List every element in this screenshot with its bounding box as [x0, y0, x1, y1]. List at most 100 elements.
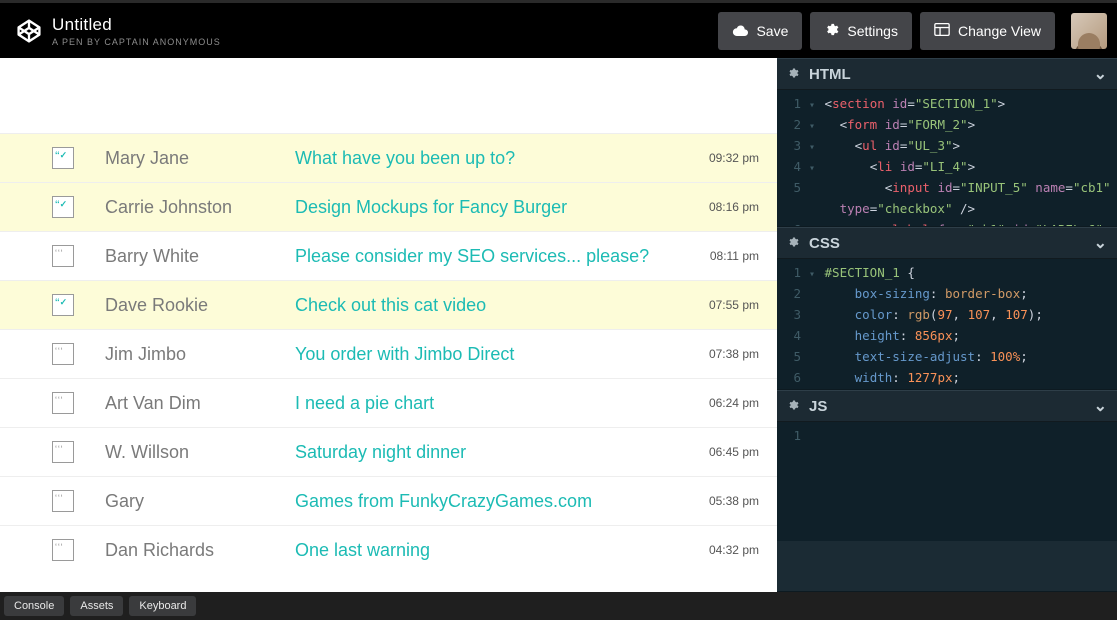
html-panel-header[interactable]: HTML ⌄: [777, 58, 1117, 90]
row-checkbox[interactable]: [52, 490, 74, 512]
js-panel-title: JS: [809, 398, 827, 415]
gear-icon: [824, 22, 839, 40]
js-panel: JS ⌄ 1: [777, 390, 1117, 592]
inbox-row[interactable]: Dan RichardsOne last warning04:32 pm: [0, 525, 777, 574]
check-icon: [55, 150, 67, 161]
save-button[interactable]: Save: [718, 12, 802, 50]
app-header: Untitled A PEN BY CAPTAIN ANONYMOUS Save…: [0, 3, 1117, 58]
inbox-list: Mary JaneWhat have you been up to?09:32 …: [0, 58, 777, 574]
subject-link[interactable]: Check out this cat video: [295, 295, 687, 316]
ellipsis-icon: [55, 248, 64, 258]
css-editor[interactable]: 1▾ #SECTION_1 { 2 box-sizing: border-box…: [777, 259, 1117, 389]
checkbox-wrap: [50, 539, 105, 561]
checkbox-wrap: [50, 343, 105, 365]
subject-link[interactable]: What have you been up to?: [295, 148, 687, 169]
ellipsis-icon: [55, 542, 64, 552]
subject-link[interactable]: Games from FunkyCrazyGames.com: [295, 491, 687, 512]
title-block: Untitled A PEN BY CAPTAIN ANONYMOUS: [52, 15, 718, 47]
timestamp: 09:32 pm: [687, 151, 777, 165]
change-view-button[interactable]: Change View: [920, 12, 1055, 50]
css-panel-title: CSS: [809, 235, 840, 252]
main-area: Mary JaneWhat have you been up to?09:32 …: [0, 58, 1117, 592]
settings-label: Settings: [847, 23, 898, 39]
row-checkbox[interactable]: [52, 147, 74, 169]
subject-link[interactable]: Please consider my SEO services... pleas…: [295, 246, 687, 267]
row-checkbox[interactable]: [52, 343, 74, 365]
sender-name: Art Van Dim: [105, 393, 295, 414]
row-checkbox[interactable]: [52, 539, 74, 561]
sender-name: Dan Richards: [105, 540, 295, 561]
settings-button[interactable]: Settings: [810, 12, 912, 50]
inbox-row[interactable]: Dave RookieCheck out this cat video07:55…: [0, 280, 777, 329]
gear-icon[interactable]: [787, 66, 799, 83]
inbox-row[interactable]: W. WillsonSaturday night dinner06:45 pm: [0, 427, 777, 476]
ellipsis-icon: [55, 493, 64, 503]
js-panel-header[interactable]: JS ⌄: [777, 390, 1117, 422]
check-icon: [55, 199, 67, 210]
inbox-row[interactable]: Barry WhitePlease consider my SEO servic…: [0, 231, 777, 280]
sender-name: Carrie Johnston: [105, 197, 295, 218]
timestamp: 04:32 pm: [687, 543, 777, 557]
footer-bar: Console Assets Keyboard: [0, 592, 1117, 620]
keyboard-button[interactable]: Keyboard: [129, 596, 196, 616]
subject-link[interactable]: One last warning: [295, 540, 687, 561]
subject-link[interactable]: You order with Jimbo Direct: [295, 344, 687, 365]
assets-button[interactable]: Assets: [70, 596, 123, 616]
console-button[interactable]: Console: [4, 596, 64, 616]
row-checkbox[interactable]: [52, 294, 74, 316]
header-buttons: Save Settings Change View: [718, 12, 1107, 50]
check-icon: [55, 297, 67, 308]
subject-link[interactable]: I need a pie chart: [295, 393, 687, 414]
row-checkbox[interactable]: [52, 392, 74, 414]
avatar[interactable]: [1071, 13, 1107, 49]
timestamp: 07:38 pm: [687, 347, 777, 361]
sender-name: Mary Jane: [105, 148, 295, 169]
checkbox-wrap: [50, 196, 105, 218]
preview-pane: Mary JaneWhat have you been up to?09:32 …: [0, 58, 777, 592]
layout-icon: [934, 23, 950, 39]
timestamp: 05:38 pm: [687, 494, 777, 508]
checkbox-wrap: [50, 392, 105, 414]
timestamp: 08:16 pm: [687, 200, 777, 214]
pen-subtitle: A PEN BY CAPTAIN ANONYMOUS: [52, 37, 718, 47]
timestamp: 06:45 pm: [687, 445, 777, 459]
css-panel-header[interactable]: CSS ⌄: [777, 227, 1117, 259]
gear-icon[interactable]: [787, 398, 799, 415]
html-panel: HTML ⌄ 1▾ <section id="SECTION_1"> 2▾ <f…: [777, 58, 1117, 227]
subject-link[interactable]: Design Mockups for Fancy Burger: [295, 197, 687, 218]
row-checkbox[interactable]: [52, 196, 74, 218]
subject-link[interactable]: Saturday night dinner: [295, 442, 687, 463]
inbox-row[interactable]: Mary JaneWhat have you been up to?09:32 …: [0, 133, 777, 182]
codepen-logo-icon: [16, 18, 42, 44]
chevron-down-icon[interactable]: ⌄: [1094, 64, 1107, 84]
chevron-down-icon[interactable]: ⌄: [1094, 233, 1107, 253]
inbox-row[interactable]: Carrie JohnstonDesign Mockups for Fancy …: [0, 182, 777, 231]
pen-title[interactable]: Untitled: [52, 15, 718, 35]
html-panel-title: HTML: [809, 66, 851, 83]
checkbox-wrap: [50, 147, 105, 169]
cloud-icon: [732, 23, 748, 39]
timestamp: 07:55 pm: [687, 298, 777, 312]
row-checkbox[interactable]: [52, 441, 74, 463]
row-checkbox[interactable]: [52, 245, 74, 267]
ellipsis-icon: [55, 346, 64, 356]
ellipsis-icon: [55, 395, 64, 405]
save-label: Save: [756, 23, 788, 39]
timestamp: 06:24 pm: [687, 396, 777, 410]
css-panel: CSS ⌄ 1▾ #SECTION_1 { 2 box-sizing: bord…: [777, 227, 1117, 390]
sender-name: W. Willson: [105, 442, 295, 463]
inbox-row[interactable]: Art Van DimI need a pie chart06:24 pm: [0, 378, 777, 427]
gear-icon[interactable]: [787, 235, 799, 252]
inbox-row[interactable]: GaryGames from FunkyCrazyGames.com05:38 …: [0, 476, 777, 525]
html-editor[interactable]: 1▾ <section id="SECTION_1"> 2▾ <form id=…: [777, 90, 1117, 226]
checkbox-wrap: [50, 294, 105, 316]
checkbox-wrap: [50, 490, 105, 512]
checkbox-wrap: [50, 245, 105, 267]
editors-column: HTML ⌄ 1▾ <section id="SECTION_1"> 2▾ <f…: [777, 58, 1117, 592]
js-editor[interactable]: 1: [777, 422, 1117, 541]
sender-name: Barry White: [105, 246, 295, 267]
sender-name: Gary: [105, 491, 295, 512]
change-view-label: Change View: [958, 23, 1041, 39]
chevron-down-icon[interactable]: ⌄: [1094, 396, 1107, 416]
inbox-row[interactable]: Jim JimboYou order with Jimbo Direct07:3…: [0, 329, 777, 378]
